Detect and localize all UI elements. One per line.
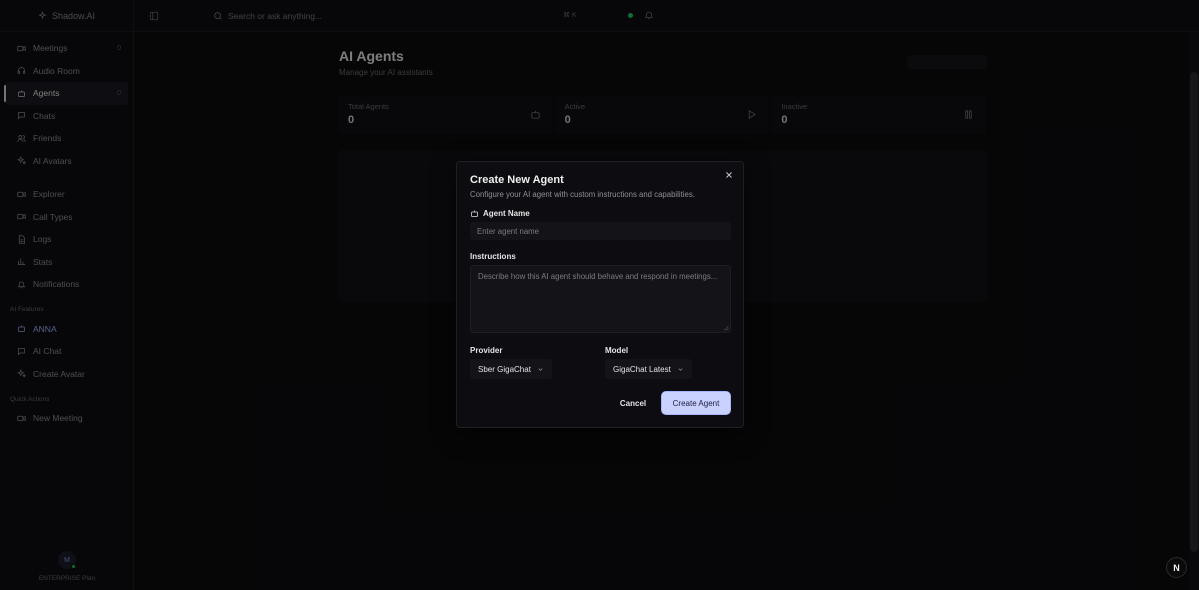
create-agent-dialog: Create New Agent Configure your AI agent…	[456, 161, 744, 428]
cancel-button[interactable]: Cancel	[609, 393, 657, 413]
chevron-down-icon	[678, 367, 683, 371]
create-agent-button[interactable]: Create Agent	[662, 392, 730, 414]
dialog-description: Configure your AI agent with custom inst…	[470, 190, 695, 199]
chevron-down-icon	[538, 367, 543, 371]
next-dev-badge[interactable]: N	[1166, 557, 1187, 578]
bot-icon	[471, 210, 478, 217]
provider-select[interactable]: Sber GigaChat	[470, 359, 552, 379]
resize-grip-icon[interactable]	[723, 325, 729, 331]
agent-name-label-text: Agent Name	[483, 209, 530, 218]
app-window: Shadow.AI Meetings 0 Audio Room Agents 0…	[0, 0, 1199, 590]
model-select-value: GigaChat Latest	[613, 364, 671, 374]
provider-select-value: Sber GigaChat	[478, 364, 531, 374]
agent-name-input[interactable]	[470, 222, 731, 240]
provider-label: Provider	[470, 346, 503, 355]
instructions-textarea[interactable]	[470, 265, 731, 333]
model-label: Model	[605, 346, 629, 355]
model-select[interactable]: GigaChat Latest	[605, 359, 692, 379]
dialog-title: Create New Agent	[470, 174, 564, 186]
close-icon[interactable]	[724, 170, 734, 180]
agent-name-label: Agent Name	[470, 209, 530, 218]
instructions-label: Instructions	[470, 252, 516, 261]
